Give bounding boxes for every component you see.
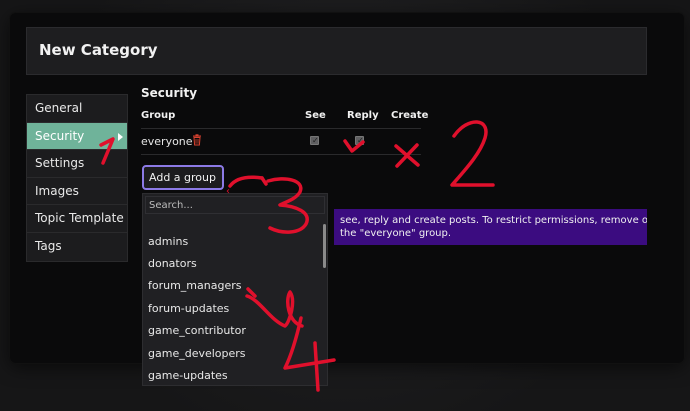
dropdown-option[interactable]: admins [148, 235, 188, 248]
info-text-line-2: the "everyone" group. [340, 228, 452, 239]
column-header-create: Create [391, 110, 429, 121]
info-text-line-1: see, reply and create posts. To restrict… [340, 215, 647, 226]
dropdown-option[interactable]: game_contributor [148, 324, 246, 337]
divider [141, 128, 421, 129]
info-banner: see, reply and create posts. To restrict… [334, 209, 647, 245]
column-header-reply: Reply [347, 110, 379, 121]
nav-item-general[interactable]: General [27, 95, 127, 123]
reply-checkbox[interactable]: ✓ [355, 136, 364, 145]
column-header-see: See [305, 110, 326, 121]
dropdown-option[interactable]: forum-updates [148, 302, 229, 315]
modal-header: New Category [26, 27, 647, 75]
nav-item-settings[interactable]: Settings [27, 150, 127, 178]
see-checkbox[interactable]: ✓ [310, 136, 319, 145]
nav-item-security[interactable]: Security [27, 122, 127, 151]
add-group-button[interactable]: Add a group [142, 165, 224, 190]
dropdown-option[interactable]: game_developers [148, 347, 246, 360]
permission-group-name: everyone [141, 135, 193, 148]
dropdown-option[interactable]: donators [148, 257, 197, 270]
nav-item-topic-template[interactable]: Topic Template [27, 205, 127, 233]
nav-item-images[interactable]: Images [27, 178, 127, 206]
dropdown-scrollbar[interactable] [323, 224, 326, 268]
dropdown-option[interactable]: forum_managers [148, 279, 241, 292]
modal-title: New Category [39, 41, 158, 59]
check-icon: ✓ [357, 136, 364, 145]
group-search-input[interactable] [145, 196, 325, 214]
group-dropdown: admins donators forum_managers forum-upd… [142, 193, 328, 386]
check-icon: ✓ [312, 136, 319, 145]
nav-item-tags[interactable]: Tags [27, 233, 127, 261]
trash-icon[interactable] [191, 134, 203, 146]
column-header-group: Group [141, 110, 176, 121]
dropdown-option[interactable]: game-updates [148, 369, 228, 382]
settings-nav: General Security Settings Images Topic T… [26, 94, 128, 262]
divider [141, 154, 421, 155]
section-title: Security [141, 86, 198, 100]
nav-item-security-label: Security [35, 128, 85, 143]
chevron-right-icon [118, 132, 123, 141]
